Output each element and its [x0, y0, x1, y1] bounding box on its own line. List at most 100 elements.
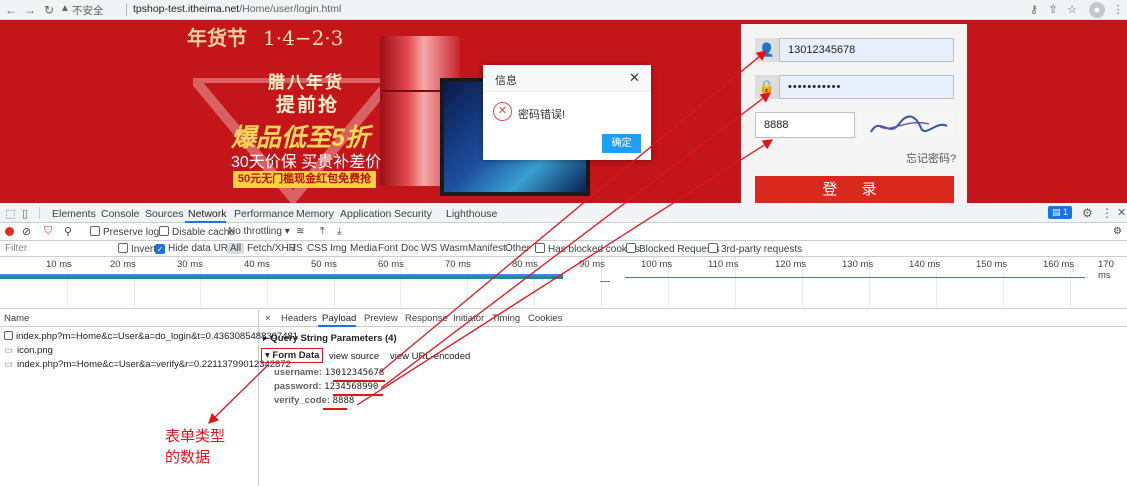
warning-icon[interactable]: ▲	[60, 3, 70, 14]
network-settings-icon[interactable]: ⚙	[1113, 226, 1122, 237]
dialog-ok-button[interactable]: 确定	[602, 134, 641, 153]
username-input[interactable]: 13012345678	[779, 38, 954, 62]
password-input[interactable]: •••••••••••	[779, 75, 954, 99]
throttling-select[interactable]: No throttling ▾	[228, 226, 290, 237]
inspect-icon[interactable]: ⬚	[5, 207, 15, 220]
request-row[interactable]: index.php?m=Home&c=User&a=do_login&t=0.4…	[4, 331, 298, 342]
tab-elements[interactable]: Elements	[52, 208, 96, 220]
tab-divider	[39, 207, 40, 219]
download-icon[interactable]: ⤓	[337, 226, 341, 237]
close-icon[interactable]: ✕	[629, 70, 640, 86]
banner-logo: 年货节	[187, 26, 247, 50]
field-value: 13012345678	[324, 368, 385, 378]
third-party-label: 3rd-party requests	[721, 244, 803, 255]
tab-preview[interactable]: Preview	[364, 313, 398, 324]
close-icon[interactable]: ✕	[1117, 206, 1126, 219]
filter-type-all[interactable]: All	[227, 243, 245, 254]
tab-initiator[interactable]: Initiator	[453, 313, 484, 324]
timeline-tick: 60 ms	[378, 259, 404, 270]
filter-type-ws[interactable]: WS	[421, 243, 437, 254]
device-toolbar-icon[interactable]: ▯	[22, 207, 28, 220]
key-icon[interactable]: ⚷	[1026, 2, 1042, 18]
filter-type-wasm[interactable]: Wasm	[440, 243, 468, 254]
checkbox-box	[118, 243, 128, 253]
form-data-section[interactable]: ▾ Form Data	[261, 348, 324, 363]
upload-icon[interactable]: ⤒	[320, 226, 324, 237]
filter-type-css[interactable]: CSS	[307, 243, 328, 254]
filter-icon[interactable]: ⛉	[44, 225, 52, 238]
clear-icon[interactable]: ⊘	[22, 225, 31, 238]
verify-code-input[interactable]: 8888	[755, 112, 855, 138]
disable-cache-checkbox[interactable]: Disable cache	[159, 226, 235, 238]
filter-type-doc[interactable]: Doc	[401, 243, 419, 254]
query-string-section[interactable]: ▸ Query String Parameters (4)	[263, 333, 397, 344]
name-header-label: Name	[4, 313, 30, 324]
close-icon[interactable]: ×	[265, 313, 271, 324]
filter-type-js[interactable]: JS	[291, 243, 303, 254]
preserve-log-checkbox[interactable]: Preserve log	[90, 226, 159, 238]
tab-headers[interactable]: Headers	[281, 313, 317, 324]
more-icon[interactable]: ⋮	[1110, 2, 1126, 18]
tab-security[interactable]: Security	[394, 208, 432, 220]
tab-response[interactable]: Response	[405, 313, 448, 324]
timeline-tick: 50 ms	[311, 259, 337, 270]
captcha-image[interactable]	[859, 112, 954, 140]
wifi-icon[interactable]: ≋	[296, 226, 304, 237]
forward-icon[interactable]: →	[22, 1, 38, 19]
tab-application[interactable]: Application	[340, 208, 391, 220]
banner-headline-2: 提前抢	[276, 95, 340, 116]
request-details: × Headers Payload Preview Response Initi…	[260, 310, 1127, 486]
request-row[interactable]: ▭ icon.png	[4, 345, 53, 356]
filter-type-img[interactable]: Img	[330, 243, 347, 254]
login-button[interactable]: 登 录	[755, 176, 954, 203]
reload-icon[interactable]: ↻	[41, 1, 57, 19]
gear-icon[interactable]: ⚙	[1082, 206, 1093, 220]
tab-sources[interactable]: Sources	[145, 208, 184, 220]
star-icon[interactable]: ☆	[1064, 2, 1080, 18]
forgot-password-link[interactable]: 忘记密码?	[906, 150, 956, 166]
view-url-encoded-link[interactable]: view URL-encoded	[390, 351, 470, 362]
tab-network[interactable]: Network	[188, 208, 227, 220]
insecure-label[interactable]: 不安全	[72, 3, 104, 18]
tab-performance[interactable]: Performance	[234, 208, 294, 220]
network-timeline[interactable]: 10 ms 20 ms 30 ms 40 ms 50 ms 60 ms 70 m…	[0, 257, 1127, 309]
url-field[interactable]: tpshop-test.itheima.net/Home/user/login.…	[133, 3, 341, 15]
search-icon[interactable]: ⚲	[64, 225, 72, 238]
checkbox-box	[626, 243, 636, 253]
timeline-tick: 110 ms	[708, 259, 739, 270]
filter-type-font[interactable]: Font	[378, 243, 398, 254]
checkbox-checked: ✓	[155, 244, 165, 254]
tab-lighthouse[interactable]: Lighthouse	[446, 208, 497, 220]
filter-type-fetch[interactable]: Fetch/XHR	[247, 243, 296, 254]
request-name: icon.png	[16, 345, 53, 356]
tab-payload[interactable]: Payload	[322, 313, 356, 324]
back-icon[interactable]: ←	[3, 1, 19, 19]
field-value: 1234568990	[324, 382, 379, 392]
filter-type-manifest[interactable]: Manifest	[468, 243, 506, 254]
dialog-message: 密码错误!	[518, 109, 566, 121]
field-key: password:	[274, 381, 322, 392]
filter-type-other[interactable]: Other	[505, 243, 530, 254]
profile-icon[interactable]: ●	[1089, 2, 1105, 18]
user-icon: 👤	[755, 38, 779, 62]
invert-checkbox[interactable]: Invert	[118, 243, 156, 255]
blocked-cookies-checkbox[interactable]: Has blocked cookies	[535, 243, 640, 255]
request-row[interactable]: ▭ index.php?m=Home&c=User&a=verify&r=0.22…	[4, 359, 291, 370]
third-party-checkbox[interactable]: 3rd-party requests	[708, 243, 802, 255]
filter-type-media[interactable]: Media	[350, 243, 377, 254]
filter-input[interactable]: Filter	[5, 243, 27, 254]
record-icon[interactable]	[5, 227, 14, 236]
timeline-tick: 140 ms	[909, 259, 941, 270]
view-source-link[interactable]: view source	[329, 351, 379, 362]
share-icon[interactable]: ⇧	[1045, 2, 1061, 18]
blocked-requests-checkbox[interactable]: Blocked Requests	[626, 243, 720, 255]
tab-cookies[interactable]: Cookies	[528, 313, 562, 324]
more-icon[interactable]: ⋮	[1101, 206, 1113, 220]
tab-memory[interactable]: Memory	[296, 208, 334, 220]
name-column-header[interactable]: Name	[0, 310, 258, 327]
timeline-tick: 160 ms	[1043, 259, 1075, 270]
tab-console[interactable]: Console	[101, 208, 140, 220]
timeline-bar-teal	[0, 276, 563, 279]
tab-timing[interactable]: Timing	[492, 313, 520, 324]
issues-badge[interactable]: ▤ 1	[1048, 206, 1072, 219]
